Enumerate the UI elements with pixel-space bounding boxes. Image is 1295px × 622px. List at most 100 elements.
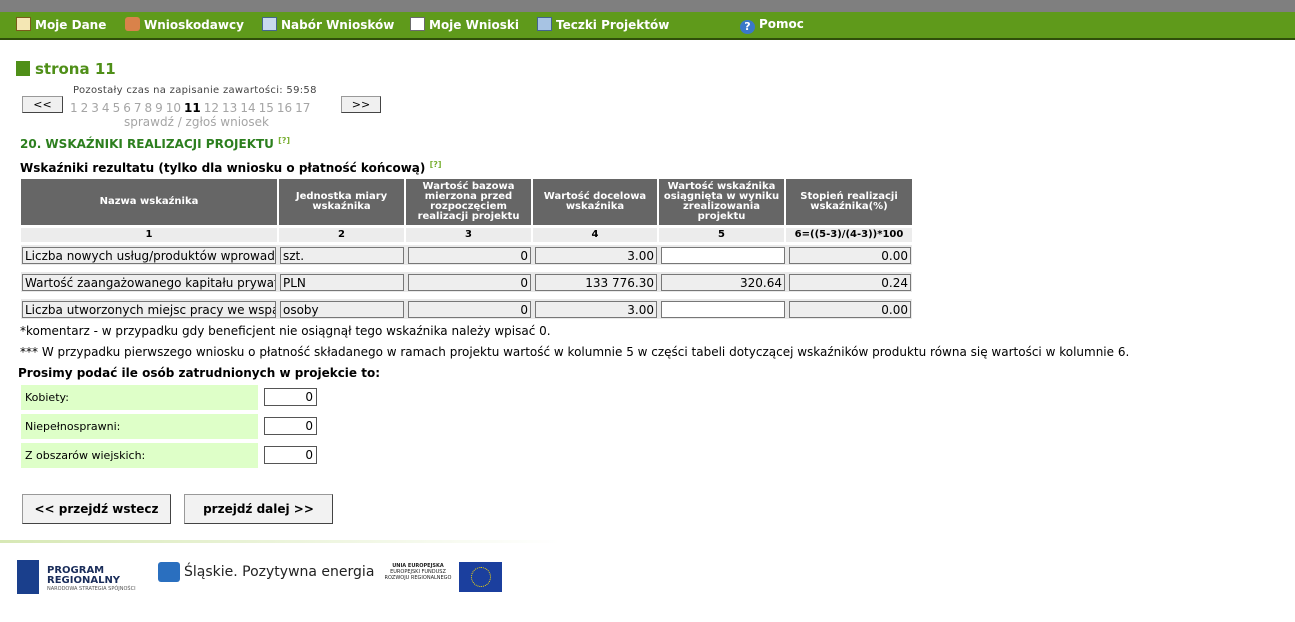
next-button[interactable]: przejdź dalej >>: [184, 494, 333, 524]
browser-top-strip: [0, 0, 1295, 12]
employment-heading: Prosimy podać ile osób zatrudnionych w p…: [18, 366, 381, 380]
kobiety-input[interactable]: 0: [264, 388, 317, 406]
col-number: 6=((5-3)/(4-3))*100: [786, 228, 912, 242]
page-link[interactable]: 17: [295, 101, 310, 115]
header-wartosc-docelowa: Wartość docelowa wskaźnika: [533, 179, 657, 225]
nav-nabor-wnioskow[interactable]: Nabór Wniosków: [262, 17, 394, 32]
people-icon: [125, 17, 140, 31]
page-link[interactable]: 16: [277, 101, 292, 115]
indicator-target: 133 776.30: [535, 274, 657, 291]
nav-wnioskodawcy[interactable]: Wnioskodawcy: [125, 17, 244, 32]
page-link[interactable]: 13: [222, 101, 237, 115]
section-help-link[interactable]: [?]: [278, 136, 290, 145]
page-link[interactable]: 1: [70, 101, 78, 115]
obszary-wiejskie-input[interactable]: 0: [264, 446, 317, 464]
edit-document-icon: [410, 17, 425, 31]
eu-logo-text: UNIA EUROPEJSKA EUROPEJSKI FUNDUSZ ROZWOJU…: [384, 563, 452, 581]
indicator-achieved: 320.64: [661, 274, 785, 291]
page-link[interactable]: 9: [155, 101, 163, 115]
user-card-icon: [16, 17, 31, 31]
indicator-unit: osoby: [280, 301, 404, 318]
folder-icon: [537, 17, 552, 31]
current-page: 11: [184, 101, 201, 115]
indicator-target: 3.00: [535, 247, 657, 264]
col-number: 5: [659, 228, 784, 242]
back-button[interactable]: << przejdź wstecz: [22, 494, 171, 524]
comment-note: *komentarz - w przypadku gdy beneficjent…: [20, 324, 551, 338]
header-jednostka: Jednostka miary wskaźnika: [279, 179, 404, 225]
page-link[interactable]: 3: [91, 101, 99, 115]
nav-label: Teczki Projektów: [556, 18, 670, 32]
page-link[interactable]: 12: [204, 101, 219, 115]
header-wartosc-osiagnieta: Wartość wskaźnika osiągnięta w wyniku zr…: [659, 179, 784, 225]
niepelnosprawni-input[interactable]: 0: [264, 417, 317, 435]
page-link[interactable]: 6: [123, 101, 131, 115]
header-stopien: Stopień realizacji wskaźnika(%): [786, 179, 912, 225]
table-help-link[interactable]: [?]: [430, 160, 442, 169]
header-nazwa: Nazwa wskaźnika: [21, 179, 277, 225]
program-regionalny-logo: PROGRAM REGIONALNY NARODOWA STRATEGIA SPÓ…: [17, 558, 137, 596]
form-icon: [262, 17, 277, 31]
footer-divider: [0, 540, 560, 543]
nav-moje-wnioski[interactable]: Moje Wnioski: [410, 17, 519, 32]
main-nav: Moje Dane Wnioskodawcy Nabór Wniosków Mo…: [0, 12, 1295, 40]
section-title-text: 20. WSKAŹNIKI REALIZACJI PROJEKTU: [20, 137, 274, 151]
nav-moje-dane[interactable]: Moje Dane: [16, 17, 106, 32]
label-obszary-wiejskie: Z obszarów wiejskich:: [21, 443, 258, 468]
label-kobiety: Kobiety:: [21, 385, 258, 410]
title-square-icon: [16, 61, 30, 76]
indicator-name: Liczba utworzonych miejsc pracy we wspa: [22, 301, 276, 318]
col-number: 4: [533, 228, 657, 242]
prev-page-button[interactable]: <<: [22, 96, 63, 113]
page-link[interactable]: 2: [81, 101, 89, 115]
page-link[interactable]: 15: [259, 101, 274, 115]
nav-pomoc[interactable]: ? Pomoc: [740, 17, 804, 34]
indicator-base: 0: [408, 274, 531, 291]
pagination: 1 2 3 4 5 6 7 8 9 10 11 12 13 14 15 16 17: [70, 101, 313, 115]
nav-label: Wnioskodawcy: [144, 18, 244, 32]
page-link[interactable]: 8: [144, 101, 152, 115]
nav-label: Pomoc: [759, 17, 804, 31]
page-link[interactable]: 4: [102, 101, 110, 115]
indicator-base: 0: [408, 301, 531, 318]
check-submit-link[interactable]: sprawdź / zgłoś wniosek: [124, 115, 269, 129]
info-note: *** W przypadku pierwszego wniosku o pła…: [20, 345, 1130, 359]
page-link[interactable]: 7: [134, 101, 142, 115]
program-logo-icon: [17, 560, 39, 594]
eu-flag-icon: [459, 562, 502, 592]
table-subtitle: Wskaźniki rezultatu (tylko dla wniosku o…: [20, 160, 442, 175]
page-link[interactable]: 10: [166, 101, 181, 115]
indicator-base: 0: [408, 247, 531, 264]
col-number: 2: [279, 228, 404, 242]
slaskie-logo: Śląskie. Pozytywna energia: [158, 562, 374, 588]
nav-teczki-projektow[interactable]: Teczki Projektów: [537, 17, 669, 32]
table-subtitle-text: Wskaźniki rezultatu (tylko dla wniosku o…: [20, 161, 426, 175]
indicator-achieved-input[interactable]: [661, 247, 785, 264]
save-timer: Pozostały czas na zapisanie zawartości: …: [73, 85, 317, 96]
col-number: 1: [21, 228, 277, 242]
indicator-unit: szt.: [280, 247, 404, 264]
indicator-name: Wartość zaangażowanego kapitału prywatne…: [22, 274, 276, 291]
header-wartosc-bazowa: Wartość bazowa mierzona przed rozpoczęci…: [406, 179, 531, 225]
indicator-name: Liczba nowych usług/produktów wprowadzon…: [22, 247, 276, 264]
page-link[interactable]: 14: [240, 101, 255, 115]
help-icon: ?: [740, 20, 755, 34]
logo1-text: PROGRAM REGIONALNY: [47, 565, 121, 586]
indicator-unit: PLN: [280, 274, 404, 291]
nav-label: Nabór Wniosków: [281, 18, 395, 32]
page-title-text: strona 11: [35, 60, 116, 78]
indicator-target: 3.00: [535, 301, 657, 318]
indicator-degree: 0.00: [789, 247, 911, 264]
col-number: 3: [406, 228, 531, 242]
next-page-button[interactable]: >>: [341, 96, 381, 113]
slaskie-star-icon: [158, 562, 180, 582]
page-link[interactable]: 5: [113, 101, 121, 115]
logo1-subtext: NARODOWA STRATEGIA SPÓJNOŚCI: [47, 586, 136, 592]
section-title: 20. WSKAŹNIKI REALIZACJI PROJEKTU [?]: [20, 136, 290, 151]
nav-label: Moje Wnioski: [429, 18, 519, 32]
indicator-achieved-input[interactable]: [661, 301, 785, 318]
label-niepelnosprawni: Niepełnosprawni:: [21, 414, 258, 439]
page-title: strona 11: [16, 60, 116, 78]
indicator-degree: 0.00: [789, 301, 911, 318]
slaskie-logo-text: Śląskie. Pozytywna energia: [184, 564, 375, 580]
